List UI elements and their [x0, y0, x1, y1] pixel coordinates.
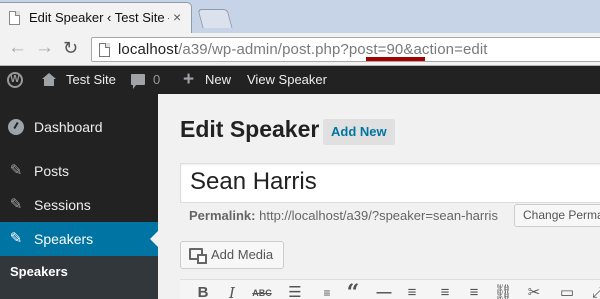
browser-tab-active[interactable]: Edit Speaker ‹ Test Site — ×: [0, 2, 192, 33]
sidebar-item-sessions[interactable]: ✎ Sessions: [0, 188, 158, 222]
align-left-icon[interactable]: ≡: [401, 283, 423, 299]
bulleted-list-icon[interactable]: ☰: [284, 283, 306, 299]
permalink-row: Permalink: http://localhost/a39/?speaker…: [189, 208, 498, 223]
submenu-item-speakers[interactable]: Speakers: [10, 264, 68, 279]
admin-sidebar: Dashboard ✎ Posts ✎ Sessions ✎ Speakers …: [0, 94, 158, 299]
address-bar[interactable]: localhost/a39/wp-admin/post.php?post=90&…: [91, 37, 600, 62]
page-favicon-icon: [9, 11, 20, 25]
speakers-submenu: Speakers: [0, 256, 158, 299]
home-icon: [42, 73, 56, 86]
editor-toolbar: B I ABC ☰ ≡ “ — ≡ ≡ ≡ ⛓ ✂ ▭ ⤢: [180, 279, 600, 299]
add-new-button[interactable]: Add New: [323, 119, 395, 145]
page-icon: [99, 43, 110, 57]
add-media-button[interactable]: Add Media: [180, 241, 285, 269]
view-speaker-link[interactable]: View Speaker: [247, 66, 327, 94]
post-title-input[interactable]: Sean Harris: [180, 163, 600, 203]
pin-icon: ✎: [9, 230, 23, 247]
insert-link-icon[interactable]: ⛓: [492, 283, 514, 299]
forward-arrow-icon[interactable]: →: [35, 38, 54, 58]
plus-icon: +: [183, 69, 195, 90]
browser-tab-strip: Edit Speaker ‹ Test Site — ×: [0, 0, 600, 33]
media-icon: [189, 248, 207, 264]
italic-icon[interactable]: I: [221, 283, 243, 299]
sidebar-item-speakers[interactable]: ✎ Speakers: [0, 222, 158, 256]
sidebar-item-dashboard[interactable]: Dashboard: [0, 110, 158, 144]
numbered-list-icon[interactable]: ≡: [316, 283, 338, 299]
add-media-label: Add Media: [211, 247, 274, 262]
toolbar-toggle-icon[interactable]: ⤢: [587, 283, 600, 299]
comments-count: 0: [153, 72, 161, 87]
page-title: Edit Speaker: [180, 116, 320, 142]
sidebar-item-posts[interactable]: ✎ Posts: [0, 154, 158, 188]
url-path: /a39/wp-admin/post.php?post=90&action=ed…: [178, 41, 488, 58]
strikethrough-icon[interactable]: ABC: [251, 283, 273, 299]
change-permalinks-button[interactable]: Change Permalinks: [514, 204, 600, 227]
horizontal-rule-icon[interactable]: —: [373, 283, 395, 299]
sidebar-item-label: Posts: [34, 163, 70, 179]
tab-title: Edit Speaker ‹ Test Site —: [29, 10, 169, 25]
comment-bubble-icon: [131, 74, 145, 89]
remove-link-icon[interactable]: ✂: [523, 283, 545, 299]
bold-icon[interactable]: B: [192, 283, 214, 299]
sidebar-item-label: Dashboard: [34, 119, 103, 135]
pin-icon: ✎: [9, 162, 23, 179]
new-tab-button[interactable]: [197, 9, 233, 28]
new-label: New: [205, 72, 232, 87]
pin-icon: ✎: [9, 196, 23, 213]
permalink-label: Permalink:: [189, 208, 256, 223]
main-content: Edit Speaker Add New Sean Harris Permali…: [158, 94, 600, 299]
sidebar-item-label: Sessions: [34, 197, 91, 213]
tab-close-icon[interactable]: ×: [173, 9, 181, 25]
back-arrow-icon[interactable]: ←: [8, 38, 27, 58]
blockquote-icon[interactable]: “: [342, 282, 364, 299]
url-host: localhost: [118, 41, 179, 58]
wp-logo-menu[interactable]: W: [0, 66, 30, 94]
permalink-url[interactable]: http://localhost/a39/?speaker=sean-harri…: [259, 208, 498, 223]
align-center-icon[interactable]: ≡: [434, 283, 456, 299]
read-more-icon[interactable]: ▭: [556, 283, 578, 299]
reload-icon[interactable]: ↻: [63, 38, 78, 58]
url-text[interactable]: localhost/a39/wp-admin/post.php?post=90&…: [118, 41, 488, 58]
url-highlight-underline: [366, 57, 425, 61]
wp-admin-bar: W Test Site 0 + New View Speaker: [0, 66, 600, 94]
wordpress-logo-icon: W: [7, 72, 23, 88]
site-name-label: Test Site: [66, 72, 116, 87]
dashboard-icon: [8, 119, 24, 135]
align-right-icon[interactable]: ≡: [463, 283, 485, 299]
browser-toolbar: ← → ↻ localhost/a39/wp-admin/post.php?po…: [0, 33, 600, 66]
sidebar-item-label: Speakers: [34, 231, 94, 247]
